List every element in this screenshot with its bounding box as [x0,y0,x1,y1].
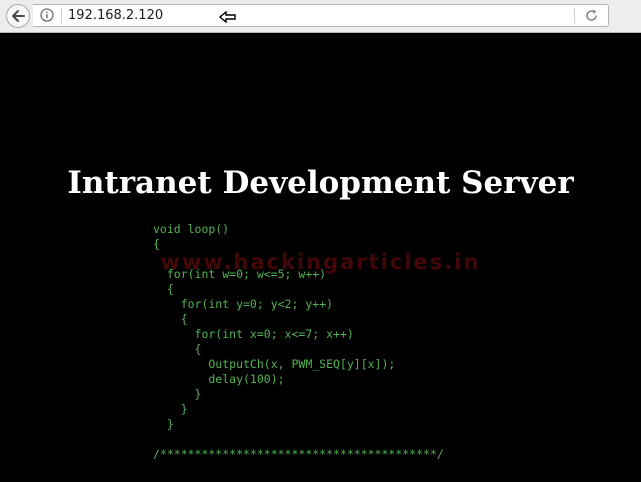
code-line: } [153,417,174,431]
browser-toolbar: 192.168.2.120 [0,0,641,33]
code-line: OutputCh(x, PWM_SEQ[y][x]); [153,357,396,371]
code-line: { [153,282,174,296]
code-line: } [153,402,188,416]
back-button[interactable] [6,4,30,28]
code-block: void loop(){ for(int w=0; w<=5; w++) { f… [153,222,444,462]
address-bar[interactable]: 192.168.2.120 [33,4,609,27]
mouse-pointer-arrow-icon [219,11,236,23]
back-arrow-icon [12,10,25,22]
page-content: Intranet Development Server www.hackinga… [0,33,641,482]
code-line: { [153,342,202,356]
page-title: Intranet Development Server [67,165,574,201]
code-line: void loop() [153,222,230,236]
info-icon[interactable] [40,8,54,22]
code-line: /***************************************… [153,447,444,461]
reload-icon[interactable] [584,8,599,23]
code-line: { [153,237,160,251]
code-line: { [153,312,188,326]
code-line: for(int w=0; w<=5; w++) [153,267,327,281]
url-text[interactable]: 192.168.2.120 [68,7,163,24]
url-divider-right [574,8,575,23]
url-divider [61,8,62,23]
code-line: for(int x=0; x<=7; x++) [153,327,354,341]
code-line: delay(100); [153,372,285,386]
code-line: for(int y=0; y<2; y++) [153,297,334,311]
code-line: } [153,387,202,401]
